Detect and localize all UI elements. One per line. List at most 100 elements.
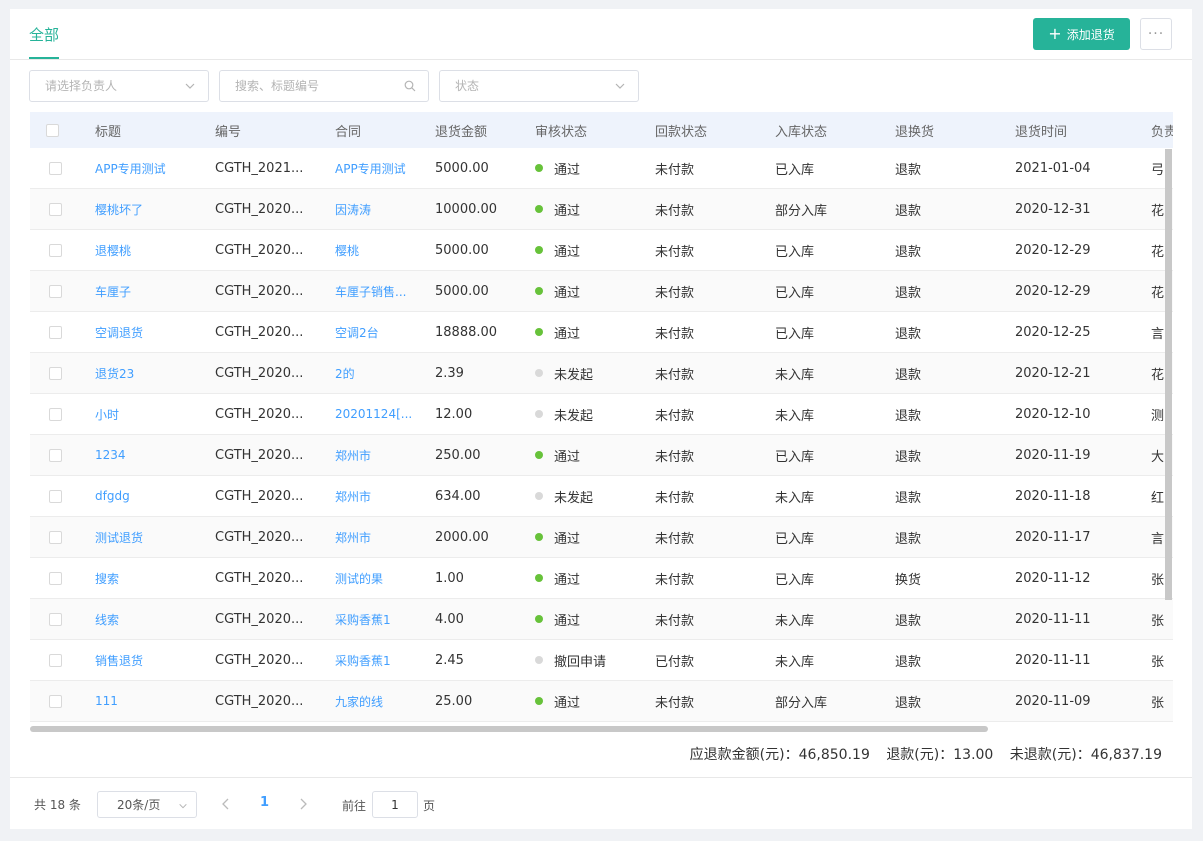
owner-select-input[interactable] xyxy=(30,71,208,101)
row-title-link[interactable]: 退货23 xyxy=(95,365,134,382)
table-row[interactable]: 空调退货 CGTH_2020... 空调2台 18888.00 通过 未付款 已入库 退款 20… xyxy=(30,312,1173,353)
row-checkbox[interactable] xyxy=(49,243,62,257)
row-contract-link[interactable]: APP专用测试 xyxy=(335,160,406,177)
row-checkbox[interactable] xyxy=(49,284,62,298)
more-options-button[interactable]: ··· xyxy=(1140,18,1172,50)
status-dot-icon xyxy=(535,205,543,213)
row-title-link[interactable]: 车厘子 xyxy=(95,283,131,300)
row-contract-link[interactable]: 2的 xyxy=(335,365,355,382)
header-return-date[interactable]: 退货时间 xyxy=(1015,112,1067,148)
row-title-link[interactable]: APP专用测试 xyxy=(95,160,166,177)
page-size-select[interactable]: 20条/页 xyxy=(97,791,197,818)
table-row[interactable]: 线索 CGTH_2020... 采购香蕉1 4.00 通过 未付款 未入库 退款 2020-11… xyxy=(30,599,1173,640)
row-checkbox[interactable] xyxy=(49,448,62,462)
header-title[interactable]: 标题 xyxy=(95,112,121,148)
row-title-link[interactable]: 小时 xyxy=(95,406,119,423)
row-return-type-cell: 退款 xyxy=(895,353,921,393)
row-title-link[interactable]: 搜索 xyxy=(95,570,119,587)
header-payment-status[interactable]: 回款状态 xyxy=(655,112,707,148)
table-row[interactable]: 樱桃坏了 CGTH_2020... 因涛涛 10000.00 通过 未付款 部分入库 退款 20… xyxy=(30,189,1173,230)
row-contract-link[interactable]: 郑州市 xyxy=(335,529,371,546)
row-contract-link[interactable]: 空调2台 xyxy=(335,324,379,341)
row-checkbox[interactable] xyxy=(49,653,62,667)
header-stock-status[interactable]: 入库状态 xyxy=(775,112,827,148)
row-contract-link[interactable]: 车厘子销售... xyxy=(335,283,406,300)
row-contract-link[interactable]: 郑州市 xyxy=(335,488,371,505)
row-amount: 10000.00 xyxy=(435,201,498,217)
row-title-link[interactable]: 1234 xyxy=(95,448,126,462)
row-contract-link[interactable]: 采购香蕉1 xyxy=(335,652,391,669)
row-contract-link[interactable]: 因涛涛 xyxy=(335,201,371,218)
status-select[interactable] xyxy=(439,70,639,102)
row-checkbox[interactable] xyxy=(49,407,62,421)
goto-label: 前往 xyxy=(342,799,367,813)
row-amount-cell: 5000.00 xyxy=(435,230,489,270)
row-audit-status: 通过 xyxy=(554,613,581,629)
row-checkbox[interactable] xyxy=(49,530,62,544)
header-amount[interactable]: 退货金额 xyxy=(435,112,487,148)
tab-all[interactable]: 全部 xyxy=(29,24,59,45)
table-row[interactable]: 测试退货 CGTH_2020... 郑州市 2000.00 通过 未付款 已入库 退款 2020… xyxy=(30,517,1173,558)
row-title-link[interactable]: 测试退货 xyxy=(95,529,143,546)
row-title-link[interactable]: 樱桃坏了 xyxy=(95,201,143,218)
row-checkbox[interactable] xyxy=(49,694,62,708)
row-checkbox[interactable] xyxy=(49,202,62,216)
add-return-button[interactable]: + 添加退货 xyxy=(1033,18,1130,50)
select-all-checkbox[interactable] xyxy=(46,123,59,137)
row-checkbox[interactable] xyxy=(49,366,62,380)
pending-value: 46,837.19 xyxy=(1090,747,1162,763)
row-code: CGTH_2020... xyxy=(215,447,304,463)
row-checkbox[interactable] xyxy=(49,612,62,626)
header-owner[interactable]: 负责 xyxy=(1151,112,1173,148)
row-title-link[interactable]: 111 xyxy=(95,694,118,708)
table-row[interactable]: 车厘子 CGTH_2020... 车厘子销售... 5000.00 通过 未付款 已入库 退款… xyxy=(30,271,1173,312)
row-checkbox[interactable] xyxy=(49,571,62,585)
table-row[interactable]: 搜索 CGTH_2020... 测试的果 1.00 通过 未付款 已入库 换货 2020-11-… xyxy=(30,558,1173,599)
row-checkbox[interactable] xyxy=(49,161,62,175)
header-contract[interactable]: 合同 xyxy=(335,112,361,148)
table-row[interactable]: 销售退货 CGTH_2020... 采购香蕉1 2.45 撤回申请 已付款 未入库 退款 202… xyxy=(30,640,1173,681)
row-return-date: 2020-12-29 xyxy=(1015,283,1091,299)
row-contract-link[interactable]: 九家的线 xyxy=(335,693,383,710)
owner-select[interactable] xyxy=(29,70,209,102)
search-icon[interactable] xyxy=(404,80,416,92)
horizontal-scrollbar[interactable] xyxy=(30,726,988,732)
row-amount-cell: 12.00 xyxy=(435,394,472,434)
row-title-link[interactable]: 线索 xyxy=(95,611,119,628)
row-amount-cell: 10000.00 xyxy=(435,189,497,229)
header-return-type[interactable]: 退换货 xyxy=(895,112,934,148)
table-row[interactable]: 小时 CGTH_2020... 20201124[... 12.00 未发起 未付款 未入库… xyxy=(30,394,1173,435)
row-return-type: 换货 xyxy=(895,572,922,588)
table-row[interactable]: 退樱桃 CGTH_2020... 樱桃 5000.00 通过 未付款 已入库 退款 2020-1… xyxy=(30,230,1173,271)
row-code-cell: CGTH_2020... xyxy=(215,230,315,270)
table-row[interactable]: APP专用测试 CGTH_2021... APP专用测试 5000.00 通过 未付款 已入… xyxy=(30,148,1173,189)
vertical-scrollbar[interactable] xyxy=(1165,149,1172,600)
prev-page-icon[interactable] xyxy=(218,796,234,812)
table-row[interactable]: 111 CGTH_2020... 九家的线 25.00 通过 未付款 部分入库 退款 2020-… xyxy=(30,681,1173,722)
table-row[interactable]: 1234 CGTH_2020... 郑州市 250.00 通过 未付款 已入库 退款 2020-… xyxy=(30,435,1173,476)
search-box[interactable] xyxy=(219,70,429,102)
row-contract-link[interactable]: 郑州市 xyxy=(335,447,371,464)
header-code[interactable]: 编号 xyxy=(215,112,241,148)
row-owner: 花 xyxy=(1151,244,1165,260)
row-title-link[interactable]: dfgdg xyxy=(95,489,130,503)
table-row[interactable]: 退货23 CGTH_2020... 2的 2.39 未发起 未付款 未入库 退款 2020-12… xyxy=(30,353,1173,394)
row-return-date-cell: 2020-11-18 xyxy=(1015,476,1091,516)
next-page-icon[interactable] xyxy=(295,796,311,812)
table-row[interactable]: dfgdg CGTH_2020... 郑州市 634.00 未发起 未付款 未入库 退款 202… xyxy=(30,476,1173,517)
row-contract-link[interactable]: 20201124[... xyxy=(335,407,412,421)
row-contract-link[interactable]: 采购香蕉1 xyxy=(335,611,391,628)
search-input[interactable] xyxy=(220,71,428,101)
row-contract-link[interactable]: 测试的果 xyxy=(335,570,383,587)
row-title-link[interactable]: 空调退货 xyxy=(95,324,143,341)
status-select-input[interactable] xyxy=(440,71,638,101)
header-audit-status[interactable]: 审核状态 xyxy=(535,112,587,148)
row-contract-link-cell: 九家的线 xyxy=(335,681,420,721)
row-checkbox[interactable] xyxy=(49,489,62,503)
page-number-current[interactable]: 1 xyxy=(260,795,269,810)
row-contract-link[interactable]: 樱桃 xyxy=(335,242,359,259)
row-checkbox[interactable] xyxy=(49,325,62,339)
row-title-link[interactable]: 销售退货 xyxy=(95,652,143,669)
row-title-link[interactable]: 退樱桃 xyxy=(95,242,131,259)
goto-page-input[interactable] xyxy=(372,791,418,818)
